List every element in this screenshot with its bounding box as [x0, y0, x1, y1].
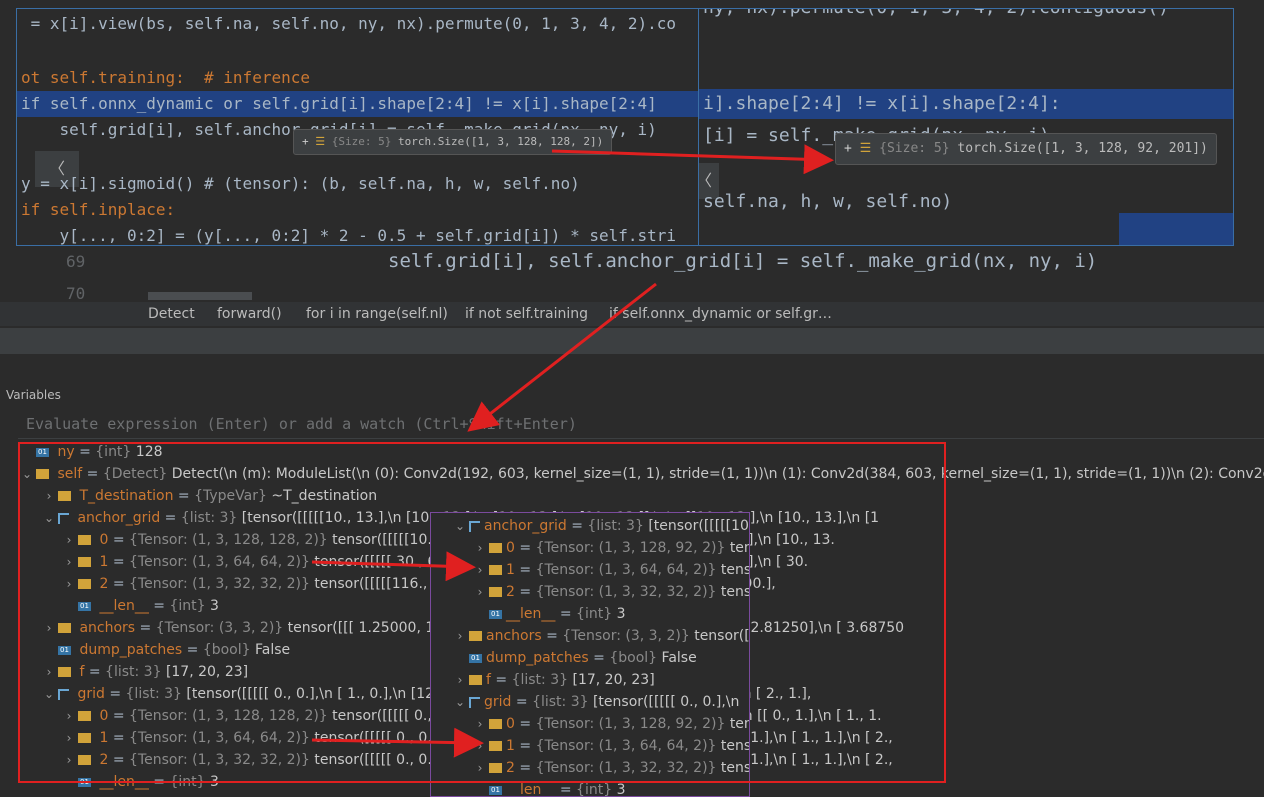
annotation-arrow	[551, 144, 834, 175]
annotation-arrow	[311, 551, 476, 582]
annotation-arrow	[311, 727, 484, 758]
annotation-arrows	[311, 144, 834, 758]
annotation-arrow	[467, 282, 657, 432]
